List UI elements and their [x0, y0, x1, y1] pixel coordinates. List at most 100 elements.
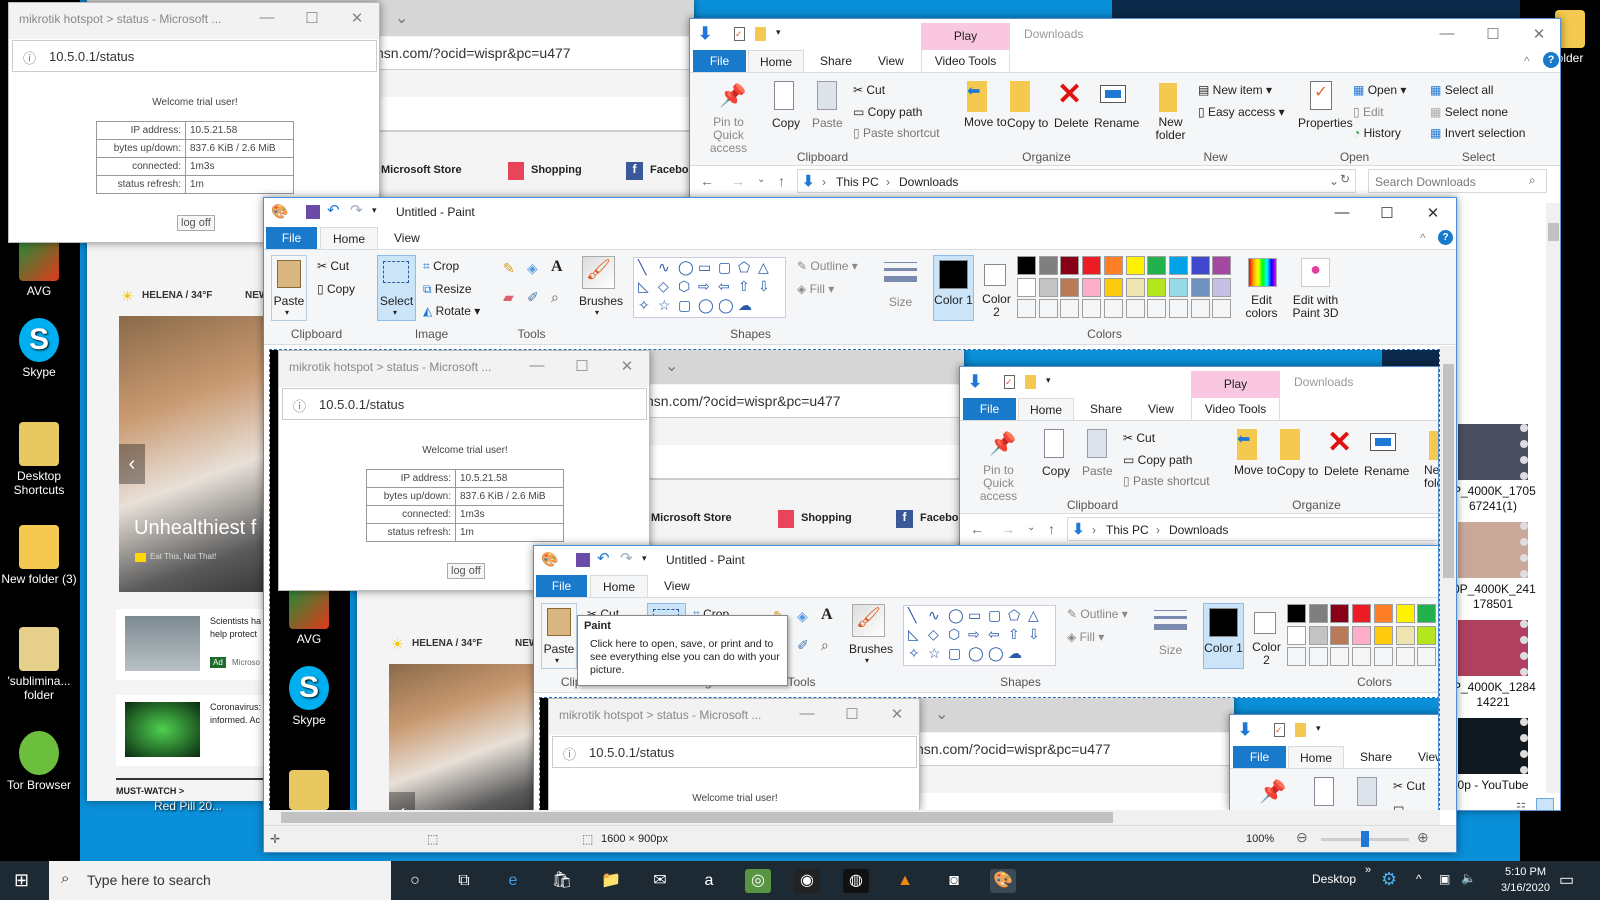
breadcrumb-downloads[interactable]: Downloads	[1169, 523, 1228, 537]
paste-shortcut-button[interactable]: ▯ Paste shortcut	[853, 126, 940, 140]
video-thumbnail[interactable]	[1458, 424, 1528, 480]
toolbar-expand-icon[interactable]: »	[1365, 864, 1371, 876]
shapes-gallery[interactable]: ╲ ∿ ◯ ▭ ▢ ⬠ △ ◺ ◇ ⬡ ⇨ ⇦ ⇧ ⇩ ✧ ☆ ▢ ◯ ◯ ☁	[903, 605, 1056, 666]
properties-button[interactable]: Properties	[1298, 116, 1353, 130]
forward-button[interactable]: →	[1001, 521, 1015, 537]
shape-3-icon[interactable]: ▭	[968, 607, 981, 624]
shape-1-icon[interactable]: ∿	[928, 607, 940, 624]
address-bar[interactable]: ⓘ 10.5.0.1/status	[282, 388, 647, 420]
custom-color-slot[interactable]	[1308, 647, 1328, 666]
palette-swatch[interactable]	[1082, 256, 1102, 275]
tab-home[interactable]: Home	[320, 227, 378, 250]
shape-0-icon[interactable]: ╲	[908, 607, 916, 624]
tab-file[interactable]: File	[536, 575, 587, 597]
close-button[interactable]: ✕	[342, 9, 372, 27]
brushes-button[interactable]: Brushes	[849, 642, 893, 656]
palette-swatch[interactable]	[1060, 277, 1080, 297]
taskbar-amazon-icon[interactable]: a	[696, 869, 722, 893]
shape-18-icon[interactable]: ◯	[718, 297, 734, 314]
custom-color-slot[interactable]	[1147, 299, 1167, 318]
copy-path-button[interactable]: ▭ Copy path	[1123, 453, 1192, 467]
volume-icon[interactable]: 🔈	[1461, 871, 1476, 885]
shape-10-icon[interactable]: ⇨	[698, 278, 710, 295]
new-folder-qat-icon[interactable]	[1025, 375, 1036, 389]
shape-16-icon[interactable]: ▢	[678, 297, 691, 314]
palette-swatch[interactable]	[1395, 604, 1415, 623]
text-tool-icon[interactable]: A	[821, 606, 833, 624]
size-button[interactable]: Size	[884, 295, 917, 309]
resize-button[interactable]: ⧉ Resize	[423, 282, 472, 297]
eraser-icon[interactable]: ▰	[503, 289, 514, 306]
custom-color-slot[interactable]	[1060, 299, 1080, 318]
minimize-button[interactable]: —	[792, 705, 822, 722]
tab-view[interactable]: View	[878, 54, 904, 68]
collapse-ribbon-icon[interactable]: ^	[1420, 231, 1426, 245]
desktop-icon-desktop-shortcuts[interactable]: Desktop Shortcuts	[0, 422, 78, 497]
palette-swatch[interactable]	[1212, 277, 1232, 297]
palette-swatch[interactable]	[1082, 277, 1102, 297]
recent-locations-button[interactable]: ⌄	[757, 174, 765, 185]
crop-button[interactable]: ⌗ Crop	[423, 259, 459, 274]
palette-swatch[interactable]	[1373, 625, 1393, 645]
copy-path-button[interactable]: ▭	[1393, 801, 1438, 810]
hero-title[interactable]: Unhealthiest f	[134, 517, 256, 540]
color2-button[interactable]: Color 2	[1248, 603, 1285, 669]
tab-home[interactable]: Home	[748, 50, 804, 73]
breadcrumb-this-pc[interactable]: This PC	[1106, 523, 1149, 537]
maximize-button[interactable]: ☐	[297, 9, 327, 27]
shape-2-icon[interactable]: ◯	[948, 607, 964, 624]
shape-14-icon[interactable]: ✧	[638, 297, 650, 314]
qat-dropdown-icon[interactable]: ▾	[372, 205, 377, 216]
pin-to-quick-access-button[interactable]: Pin to Quick access	[967, 464, 1030, 503]
tab-video-tools[interactable]: Video Tools	[1191, 398, 1280, 420]
carousel-prev-button[interactable]: ‹	[389, 792, 415, 810]
custom-color-slot[interactable]	[1395, 647, 1415, 666]
maximize-button[interactable]: ☐	[837, 705, 867, 723]
shape-19-icon[interactable]: ☁	[738, 297, 752, 314]
tab-share[interactable]: Share	[1360, 750, 1392, 764]
tab-video-tools[interactable]: Video Tools	[921, 50, 1010, 72]
delete-button[interactable]: Delete	[1324, 464, 1359, 478]
outline-button[interactable]: ✎ Outline ▾	[1067, 607, 1128, 621]
shape-2-icon[interactable]: ◯	[678, 259, 694, 276]
tab-list-chevron-icon[interactable]: ⌄	[395, 8, 408, 28]
copy-to-button[interactable]: Copy to	[1007, 116, 1048, 130]
shape-1-icon[interactable]: ∿	[658, 259, 670, 276]
tab-file[interactable]: File	[693, 50, 746, 72]
new-item-button[interactable]: ▤ New item ▾	[1198, 83, 1272, 97]
shape-9-icon[interactable]: ⬡	[678, 278, 690, 295]
shape-17-icon[interactable]: ◯	[968, 645, 984, 662]
paint-app-icon[interactable]: 🎨	[541, 551, 558, 568]
shape-13-icon[interactable]: ⇩	[758, 278, 770, 295]
new-folder-qat-icon[interactable]	[1295, 723, 1306, 737]
palette-swatch[interactable]	[1308, 604, 1328, 623]
qat-dropdown-icon[interactable]: ▾	[1316, 723, 1321, 734]
invert-selection-button[interactable]: ▦ Invert selection	[1430, 126, 1525, 140]
copy-button[interactable]: ▯ Copy	[317, 282, 355, 296]
palette-swatch[interactable]	[1168, 277, 1188, 297]
cut-button[interactable]: ✂ Cut	[317, 259, 349, 273]
desktop-icon-avg[interactable]: AVG	[270, 585, 348, 646]
desktop-icon-desktop-shortcuts[interactable]	[270, 770, 348, 810]
zoom-out-button[interactable]: ⊖	[1296, 829, 1308, 846]
size-button[interactable]: Size	[1154, 643, 1187, 657]
breadcrumb-this-pc[interactable]: This PC	[836, 175, 879, 189]
edit-with-paint3d-button[interactable]: Edit with Paint 3D	[1289, 294, 1342, 320]
shape-8-icon[interactable]: ◇	[658, 278, 669, 295]
move-to-button[interactable]: Move to	[964, 116, 1007, 129]
help-icon[interactable]: ?	[1543, 52, 1559, 68]
file-name[interactable]: P_4000K_1284 14221	[1453, 680, 1536, 710]
shape-0-icon[interactable]: ╲	[638, 259, 646, 276]
new-folder-button[interactable]: New folder	[1154, 116, 1187, 142]
file-name[interactable]: 0P_4000K_241 178501	[1453, 582, 1536, 612]
palette-swatch[interactable]	[1330, 625, 1350, 645]
address-bar[interactable]: ⓘ 10.5.0.1/status	[552, 736, 917, 768]
custom-color-slot[interactable]	[1287, 647, 1306, 666]
favorite-facebook[interactable]: Facebook	[920, 512, 964, 524]
taskbar-camera-icon[interactable]: ◙	[941, 869, 967, 893]
palette-swatch[interactable]	[1352, 604, 1372, 623]
custom-color-slot[interactable]	[1373, 647, 1393, 666]
rotate-button[interactable]: ◭ Rotate ▾	[423, 304, 480, 318]
details-view-button[interactable]: ☷	[1516, 801, 1526, 810]
custom-color-slot[interactable]	[1417, 647, 1437, 666]
